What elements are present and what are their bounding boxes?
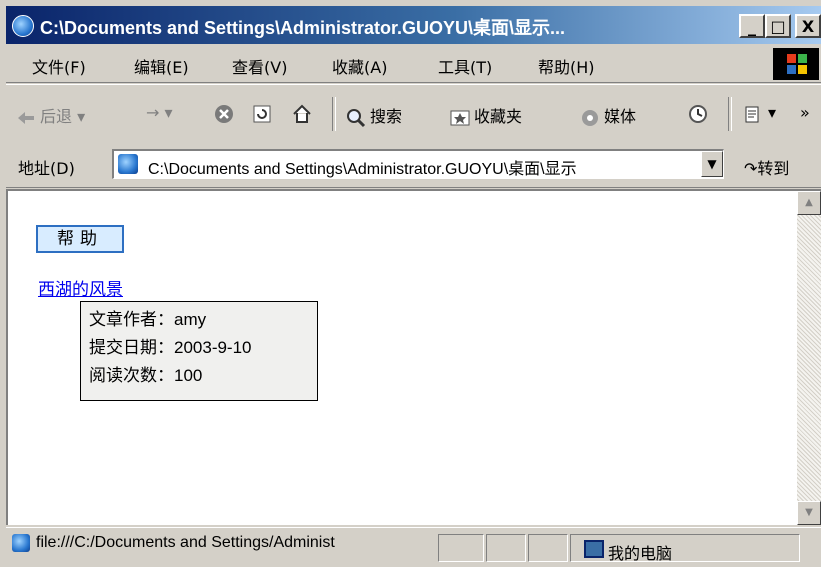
- home-button[interactable]: [292, 103, 316, 124]
- status-pane: [438, 534, 484, 562]
- forward-dropdown-icon[interactable]: ▾: [165, 103, 173, 122]
- status-zone: 我的电脑: [608, 544, 673, 563]
- minimize-button[interactable]: _: [739, 14, 765, 38]
- help-button[interactable]: 帮助: [36, 225, 124, 253]
- search-icon: [346, 108, 366, 128]
- media-button[interactable]: 媒体: [580, 103, 636, 128]
- mail-dropdown-icon[interactable]: ▾: [768, 103, 776, 122]
- media-icon: [580, 108, 600, 128]
- go-button[interactable]: ↷转到: [744, 155, 789, 179]
- favorites-label: 收藏夹: [474, 107, 523, 126]
- toolbar-separator: [728, 97, 732, 131]
- favorites-button[interactable]: 收藏夹: [450, 103, 522, 128]
- page-content: 帮助 西湖的风景 文章作者：amy 提交日期：2003-9-10 阅读次数：10…: [6, 189, 797, 525]
- west-lake-link[interactable]: 西湖的风景: [38, 275, 123, 300]
- windows-logo-icon: [773, 48, 819, 80]
- tooltip-author: 文章作者：amy: [89, 310, 207, 329]
- menu-view[interactable]: 查看(V): [232, 54, 287, 78]
- menu-favorites[interactable]: 收藏(A): [332, 54, 387, 78]
- address-value[interactable]: C:\Documents and Settings\Administrator.…: [148, 155, 686, 179]
- back-dropdown-icon[interactable]: ▾: [77, 107, 85, 126]
- status-text: file:///C:/Documents and Settings/Admini…: [36, 534, 335, 551]
- refresh-button[interactable]: [252, 103, 276, 124]
- back-button[interactable]: 后退 ▾: [16, 103, 85, 128]
- menu-file[interactable]: 文件(F): [32, 54, 86, 78]
- stop-icon: [214, 104, 234, 124]
- article-tooltip: 文章作者：amy 提交日期：2003-9-10 阅读次数：100: [80, 301, 318, 401]
- address-bar: 地址(D) C:\Documents and Settings\Administ…: [6, 143, 821, 188]
- status-zone-pane: [570, 534, 800, 562]
- mail-button[interactable]: ▾: [744, 103, 776, 124]
- window-title: C:\Documents and Settings\Administrator.…: [40, 18, 566, 38]
- computer-icon: [584, 540, 604, 558]
- stop-button[interactable]: [214, 103, 238, 124]
- tooltip-read-count: 阅读次数：100: [89, 366, 203, 385]
- go-arrow-icon: ↷: [744, 159, 758, 178]
- vertical-scrollbar[interactable]: ▲ ▼: [797, 189, 821, 525]
- home-icon: [292, 104, 312, 124]
- address-input[interactable]: C:\Documents and Settings\Administrator.…: [112, 149, 724, 179]
- ie-page-icon: [12, 534, 30, 552]
- menu-edit[interactable]: 编辑(E): [134, 54, 189, 78]
- status-bar: file:///C:/Documents and Settings/Admini…: [6, 527, 821, 567]
- forward-arrow-icon: →: [146, 103, 160, 122]
- ie-page-icon[interactable]: [12, 15, 34, 37]
- search-button[interactable]: 搜索: [346, 103, 402, 128]
- restore-button[interactable]: □: [765, 14, 791, 38]
- search-label: 搜索: [370, 107, 403, 126]
- title-bar[interactable]: C:\Documents and Settings\Administrator.…: [6, 6, 821, 44]
- favorites-icon: [450, 108, 470, 128]
- close-button[interactable]: X: [795, 14, 821, 38]
- menu-bar: 文件(F) 编辑(E) 查看(V) 收藏(A) 工具(T) 帮助(H): [6, 46, 821, 83]
- back-arrow-icon: [16, 108, 36, 128]
- refresh-icon: [252, 104, 272, 124]
- chevron-down-icon[interactable]: ▼: [701, 151, 723, 177]
- toolbar-separator: [332, 97, 336, 131]
- status-pane: [486, 534, 526, 562]
- mail-icon: [744, 104, 764, 124]
- toolbar-overflow[interactable]: »: [800, 103, 810, 122]
- ie-page-icon: [118, 154, 138, 174]
- media-label: 媒体: [604, 107, 637, 126]
- toolbar: 后退 ▾ → ▾ 搜索 收藏夹 媒体 ▾ »: [6, 84, 821, 144]
- menu-help[interactable]: 帮助(H): [538, 54, 595, 78]
- history-icon: [688, 104, 708, 124]
- go-label: 转到: [757, 159, 790, 178]
- tooltip-date: 提交日期：2003-9-10: [89, 338, 252, 357]
- scroll-down-button[interactable]: ▼: [797, 501, 821, 525]
- address-label: 地址(D): [18, 159, 75, 178]
- menu-tools[interactable]: 工具(T): [438, 54, 492, 78]
- status-pane: [528, 534, 568, 562]
- back-label: 后退: [40, 107, 73, 126]
- history-button[interactable]: [688, 103, 712, 124]
- forward-button[interactable]: → ▾: [146, 103, 173, 122]
- scroll-up-button[interactable]: ▲: [797, 191, 821, 215]
